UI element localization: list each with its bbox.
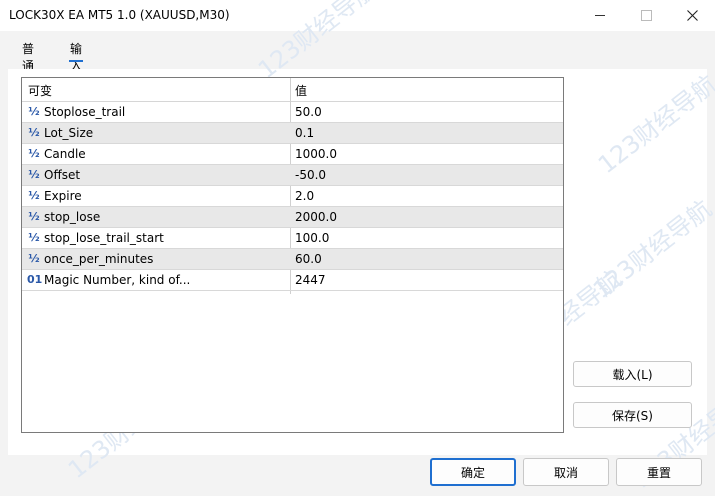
table-row[interactable]: ½ Offset -50.0 (22, 165, 563, 186)
param-name: stop_lose_trail_start (44, 231, 164, 245)
param-name: stop_lose (44, 210, 101, 224)
param-name: Stoplose_trail (44, 105, 126, 119)
load-button[interactable]: 载入(L) (573, 361, 692, 387)
table-row[interactable]: ½ stop_lose_trail_start 100.0 (22, 228, 563, 249)
table-row[interactable]: ½ Lot_Size 0.1 (22, 123, 563, 144)
title-bar: LOCK30X EA MT5 1.0 (XAUUSD,M30) (0, 0, 715, 31)
double-param-icon: ½ (28, 147, 40, 160)
maximize-button (623, 0, 669, 31)
table-row[interactable]: ½ once_per_minutes 60.0 (22, 249, 563, 270)
close-button[interactable] (669, 0, 715, 31)
param-name: Expire (44, 189, 82, 203)
table-row[interactable]: 01 Magic Number, kind of... 2447 (22, 270, 563, 291)
param-name: Lot_Size (44, 126, 94, 140)
param-value[interactable]: 2447 (295, 273, 326, 287)
column-header-value[interactable]: 值 (295, 82, 307, 99)
window-title: LOCK30X EA MT5 1.0 (XAUUSD,M30) (9, 8, 230, 22)
table-row[interactable]: ½ stop_lose 2000.0 (22, 207, 563, 228)
tab-inputs[interactable]: 输入 (68, 40, 84, 73)
param-name: Magic Number, kind of... (44, 273, 191, 287)
param-value[interactable]: 0.1 (295, 126, 314, 140)
double-param-icon: ½ (28, 189, 40, 202)
inputs-table: 可变 值 ½ Stoplose_trail 50.0 ½ Lot_Size 0.… (21, 77, 564, 433)
param-name: once_per_minutes (44, 252, 154, 266)
param-value[interactable]: 100.0 (295, 231, 329, 245)
maximize-icon (640, 10, 652, 21)
double-param-icon: ½ (28, 252, 40, 265)
param-value[interactable]: 60.0 (295, 252, 322, 266)
table-row[interactable]: ½ Stoplose_trail 50.0 (22, 102, 563, 123)
save-button[interactable]: 保存(S) (573, 402, 692, 428)
reset-button[interactable]: 重置 (616, 458, 702, 486)
minimize-icon (595, 15, 605, 16)
minimize-button[interactable] (577, 0, 623, 31)
param-value[interactable]: 2.0 (295, 189, 314, 203)
param-value[interactable]: -50.0 (295, 168, 326, 182)
close-icon (686, 10, 698, 21)
double-param-icon: ½ (28, 126, 40, 139)
param-name: Offset (44, 168, 81, 182)
cancel-button[interactable]: 取消 (523, 458, 609, 486)
param-value[interactable]: 2000.0 (295, 210, 337, 224)
double-param-icon: ½ (28, 231, 40, 244)
tab-general[interactable]: 普通 (22, 40, 34, 73)
double-param-icon: ½ (28, 168, 40, 181)
param-name: Candle (44, 147, 86, 161)
table-header: 可变 值 (22, 78, 563, 102)
integer-param-icon: 01 (27, 273, 43, 286)
ok-button[interactable]: 确定 (430, 458, 516, 486)
double-param-icon: ½ (28, 210, 40, 223)
table-row[interactable]: ½ Expire 2.0 (22, 186, 563, 207)
double-param-icon: ½ (28, 105, 40, 118)
column-header-variable[interactable]: 可变 (28, 82, 52, 99)
table-row[interactable]: ½ Candle 1000.0 (22, 144, 563, 165)
param-value[interactable]: 1000.0 (295, 147, 337, 161)
param-value[interactable]: 50.0 (295, 105, 322, 119)
